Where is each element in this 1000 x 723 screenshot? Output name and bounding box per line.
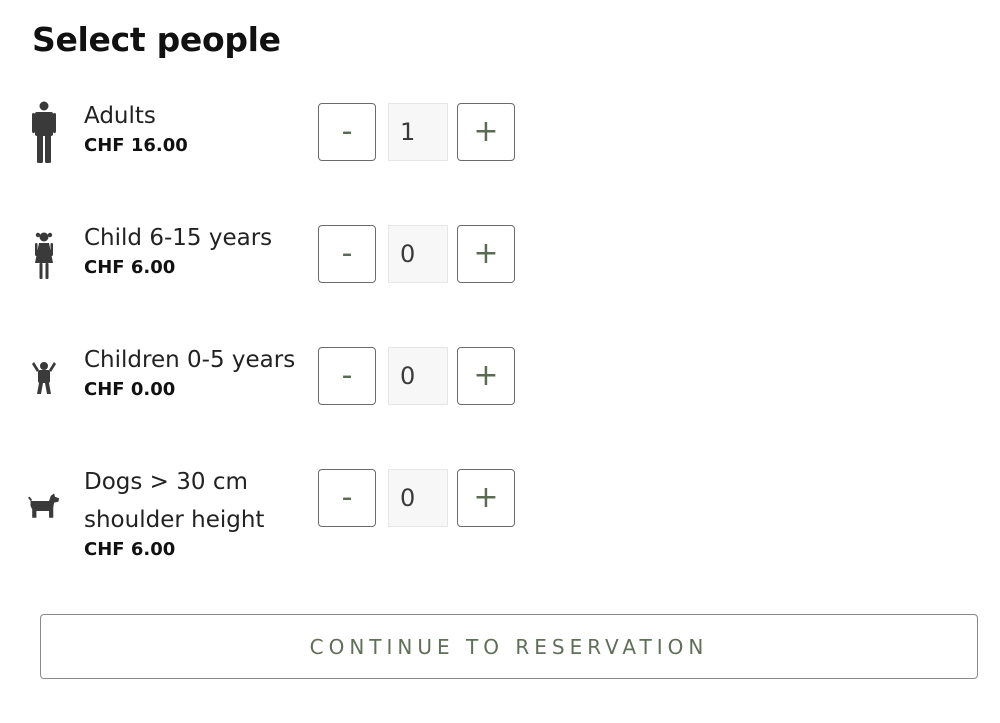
quantity-field[interactable]: 1 <box>388 103 448 161</box>
category-name: Dogs > 30 cm shoulder height <box>84 469 265 533</box>
category-name: Adults <box>84 103 156 129</box>
decrement-button[interactable]: - <box>318 103 376 161</box>
decrement-button[interactable]: - <box>318 469 376 527</box>
category-name: Children 0-5 years <box>84 347 296 373</box>
category-price: CHF 0.00 <box>84 379 176 400</box>
adult-person-icon <box>28 100 60 164</box>
category-label: Child 6-15 years CHF 6.00 <box>84 219 319 279</box>
quantity-stepper-child: - 0 + <box>318 225 518 285</box>
increment-button[interactable]: + <box>457 347 515 405</box>
continue-to-reservation-button[interactable]: CONTINUE TO RESERVATION <box>40 614 978 679</box>
quantity-field[interactable]: 0 <box>388 347 448 405</box>
decrement-button[interactable]: - <box>318 225 376 283</box>
quantity-field[interactable]: 0 <box>388 469 448 527</box>
quantity-stepper-adults: - 1 + <box>318 103 518 163</box>
category-price: CHF 6.00 <box>84 257 176 278</box>
child-girl-icon <box>28 224 60 288</box>
category-label: Adults CHF 16.00 <box>84 97 319 157</box>
quantity-field[interactable]: 0 <box>388 225 448 283</box>
increment-button[interactable]: + <box>457 103 515 161</box>
category-price: CHF 16.00 <box>84 135 188 156</box>
quantity-stepper-toddler: - 0 + <box>318 347 518 407</box>
increment-button[interactable]: + <box>457 225 515 283</box>
category-label: Dogs > 30 cm shoulder height CHF 6.00 <box>84 463 304 561</box>
category-label: Children 0-5 years CHF 0.00 <box>84 341 319 401</box>
toddler-icon <box>28 346 60 410</box>
quantity-stepper-dogs: - 0 + <box>318 469 518 529</box>
dog-icon <box>28 474 60 538</box>
increment-button[interactable]: + <box>457 469 515 527</box>
page-title: Select people <box>32 20 281 59</box>
category-name: Child 6-15 years <box>84 225 273 251</box>
decrement-button[interactable]: - <box>318 347 376 405</box>
category-price: CHF 6.00 <box>84 539 176 560</box>
